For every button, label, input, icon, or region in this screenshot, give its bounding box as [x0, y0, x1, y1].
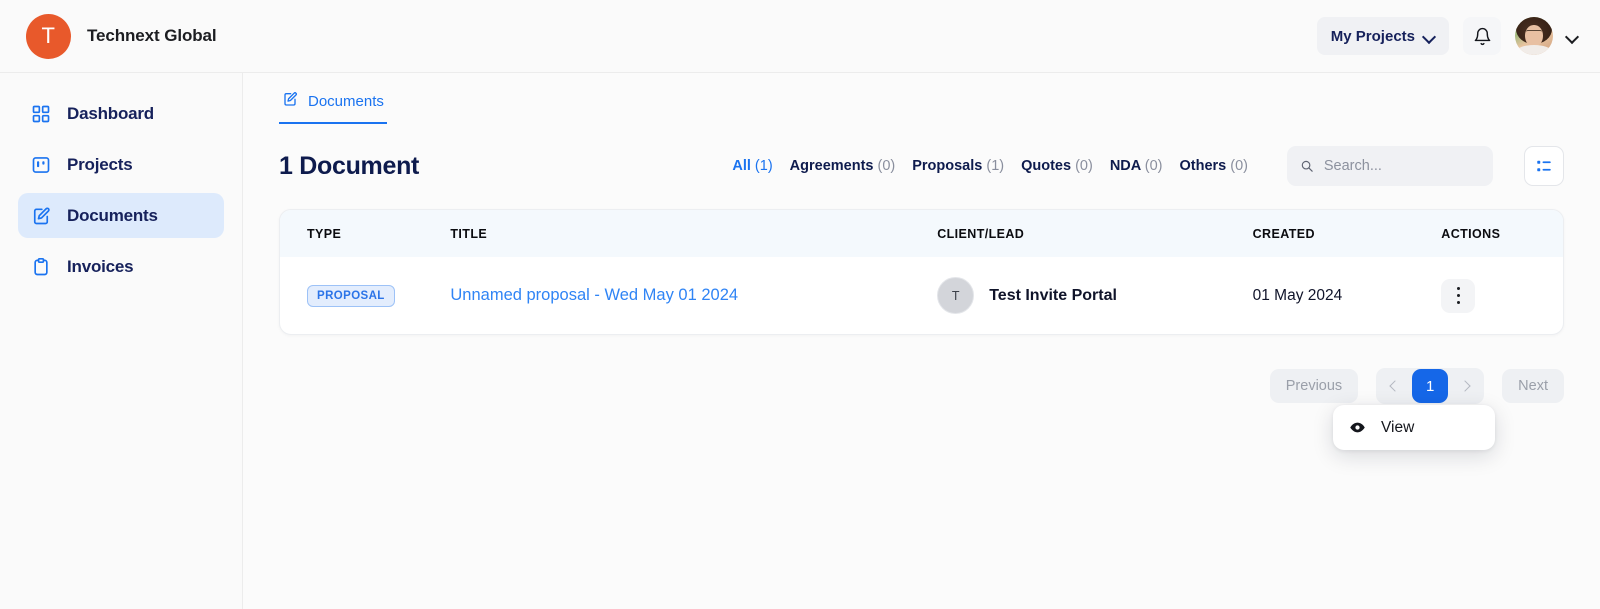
documents-table: TYPE TITLE CLIENT/LEAD CREATED ACTIONS P… [279, 209, 1564, 335]
search-icon [1301, 160, 1313, 172]
chevron-down-icon[interactable] [1567, 31, 1578, 42]
sidebar-item-label: Documents [67, 205, 158, 225]
top-bar-right: My Projects [1316, 17, 1578, 55]
sidebar-item-dashboard[interactable]: Dashboard [18, 91, 224, 136]
user-menu[interactable] [1515, 17, 1578, 55]
menu-item-view[interactable]: View [1333, 411, 1495, 444]
cell-type: PROPOSAL [280, 257, 450, 334]
sidebar-item-documents[interactable]: Documents [18, 193, 224, 238]
filter-nda[interactable]: NDA (0) [1110, 158, 1163, 174]
chevron-down-icon [1424, 31, 1435, 42]
notifications-button[interactable] [1463, 17, 1501, 55]
sidebar: Dashboard Projects Documents Invoices [0, 73, 243, 609]
filter-others[interactable]: Others (0) [1179, 158, 1248, 174]
page-number-1[interactable]: 1 [1412, 369, 1449, 403]
filter-count: (1) [754, 158, 773, 174]
tab-bar: Documents [279, 73, 1564, 124]
filter-count: (0) [1230, 158, 1248, 174]
filter-count: (0) [1144, 158, 1163, 174]
filter-label: NDA [1109, 158, 1141, 174]
filter-quotes[interactable]: Quotes (0) [1021, 158, 1093, 174]
avatar[interactable] [1515, 17, 1553, 55]
filter-label: Proposals [912, 158, 983, 174]
cell-actions [1441, 257, 1563, 334]
client-name: Test Invite Portal [989, 286, 1117, 304]
cell-title: Unnamed proposal - Wed May 01 2024 [450, 257, 937, 334]
tab-documents[interactable]: Documents [279, 91, 387, 124]
pagination: Previous 1 Next [279, 368, 1564, 404]
logo-icon: T [26, 13, 71, 59]
filter-label: Agreements [789, 158, 874, 174]
column-header-type: TYPE [307, 226, 342, 241]
app-root: T Technext Global My Projects Dashboard … [0, 0, 1600, 609]
table-header-row: TYPE TITLE CLIENT/LEAD CREATED ACTIONS [280, 210, 1563, 257]
filter-count: (1) [986, 158, 1005, 174]
chevron-left-icon[interactable] [1380, 369, 1410, 403]
chevron-right-icon[interactable] [1450, 369, 1480, 403]
header-row: 1 Document All (1) Agreements (0) Propos… [279, 146, 1564, 186]
column-header-created: CREATED [1252, 226, 1315, 241]
filter-tabs: All (1) Agreements (0) Proposals (1) Quo… [732, 146, 1564, 186]
bell-icon [1474, 27, 1490, 45]
body: Dashboard Projects Documents Invoices Do… [0, 73, 1600, 609]
filter-all[interactable]: All (1) [732, 158, 772, 174]
menu-item-label: View [1381, 418, 1415, 436]
filter-count: (0) [877, 158, 896, 174]
search-input[interactable] [1323, 158, 1480, 174]
cell-client: T Test Invite Portal [937, 257, 1252, 334]
page-title: 1 Document [279, 151, 420, 180]
tab-label: Documents [308, 93, 384, 110]
main-content: Documents 1 Document All (1) Agreements … [243, 73, 1600, 609]
search-box[interactable] [1287, 146, 1493, 186]
filter-label: Quotes [1021, 158, 1072, 174]
document-edit-icon [30, 205, 52, 227]
kebab-menu-icon[interactable] [1441, 278, 1476, 313]
cell-created: 01 May 2024 [1253, 257, 1442, 334]
eye-icon [1350, 422, 1365, 433]
my-projects-label: My Projects [1330, 27, 1415, 45]
grid-icon [30, 103, 52, 125]
clipboard-icon [30, 256, 52, 278]
sidebar-item-invoices[interactable]: Invoices [18, 244, 224, 289]
created-date: 01 May 2024 [1252, 286, 1343, 304]
sidebar-item-label: Dashboard [67, 103, 154, 123]
sidebar-item-projects[interactable]: Projects [18, 142, 224, 187]
filter-label: All [732, 158, 751, 174]
filter-agreements[interactable]: Agreements (0) [790, 158, 896, 174]
client-avatar: T [937, 277, 975, 314]
view-mode-button[interactable] [1524, 146, 1564, 186]
my-projects-button[interactable]: My Projects [1316, 17, 1449, 55]
actions-dropdown-menu: View [1333, 405, 1495, 450]
page-number-group: 1 [1376, 368, 1485, 404]
brand-name: Technext Global [87, 26, 217, 45]
sidebar-item-label: Invoices [67, 256, 134, 276]
document-title-link[interactable]: Unnamed proposal - Wed May 01 2024 [450, 286, 738, 304]
column-header-actions: ACTIONS [1441, 226, 1501, 241]
filter-proposals[interactable]: Proposals (1) [912, 158, 1004, 174]
column-header-title: TITLE [450, 226, 488, 241]
filter-count: (0) [1075, 158, 1093, 174]
previous-page-button[interactable]: Previous [1269, 369, 1359, 403]
document-edit-icon [282, 91, 298, 112]
sidebar-item-label: Projects [67, 154, 133, 174]
filter-label: Others [1179, 158, 1227, 174]
next-page-button[interactable]: Next [1502, 369, 1564, 403]
top-bar: T Technext Global My Projects [0, 0, 1600, 73]
kanban-icon [30, 154, 52, 176]
status-badge: PROPOSAL [307, 284, 395, 307]
list-view-icon [1537, 160, 1551, 172]
brand[interactable]: T Technext Global [26, 13, 217, 59]
column-header-client: CLIENT/LEAD [937, 226, 1025, 241]
table-row[interactable]: PROPOSAL Unnamed proposal - Wed May 01 2… [280, 257, 1563, 334]
